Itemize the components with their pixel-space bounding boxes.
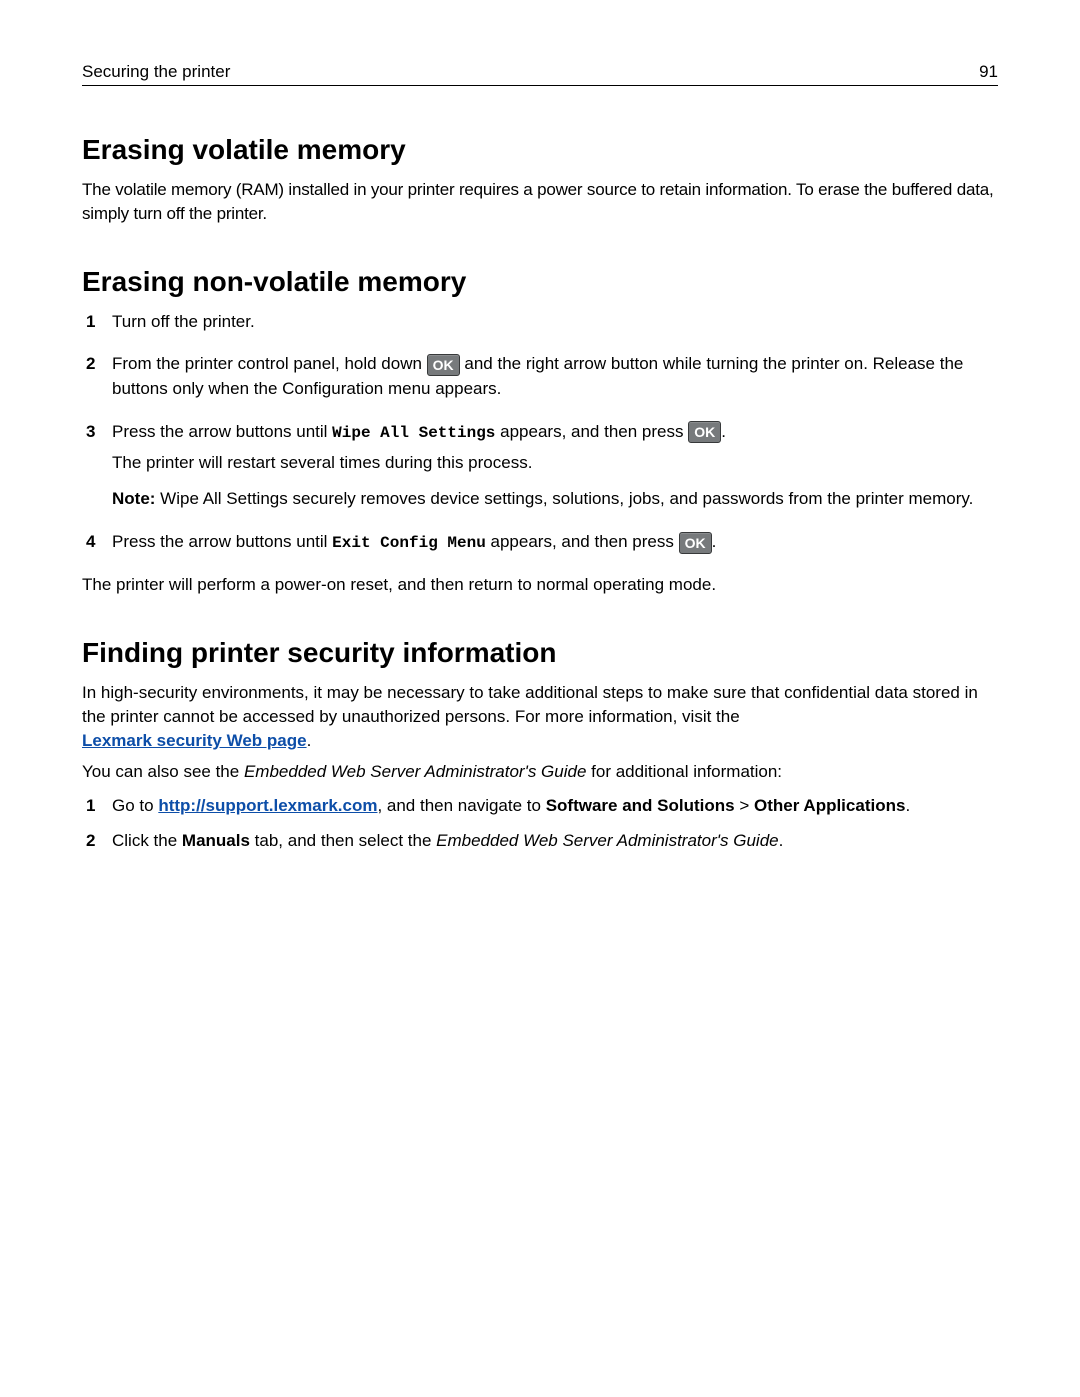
nonvolatile-steps: Turn off the printer. From the printer c…	[82, 310, 998, 556]
step-3-note: Note: Wipe All Settings securely removes…	[112, 487, 998, 512]
step-2: From the printer control panel, hold dow…	[82, 352, 998, 401]
ok-button-icon: OK	[679, 532, 712, 554]
security-body-2: You can also see the Embedded Web Server…	[82, 760, 998, 784]
step-3-code: Wipe All Settings	[332, 424, 495, 442]
heading-erasing-volatile: Erasing volatile memory	[82, 134, 998, 166]
security-body-2b: for additional information:	[586, 762, 782, 781]
ok-button-icon: OK	[427, 354, 460, 376]
step-1-text: Turn off the printer.	[112, 312, 255, 331]
lexmark-security-link[interactable]: Lexmark security Web page	[82, 731, 307, 750]
substep-2-em: Embedded Web Server Administrator's Guid…	[436, 831, 778, 850]
step-3-text-a: Press the arrow buttons until	[112, 422, 332, 441]
security-body-2-em: Embedded Web Server Administrator's Guid…	[244, 762, 586, 781]
heading-finding-security: Finding printer security information	[82, 637, 998, 669]
step-2-text-a: From the printer control panel, hold dow…	[112, 354, 427, 373]
security-body-1: In high-security environments, it may be…	[82, 681, 998, 752]
document-page: Securing the printer 91 Erasing volatile…	[0, 0, 1080, 903]
security-body-1-period: .	[307, 731, 312, 750]
header-section-title: Securing the printer	[82, 62, 230, 82]
header-page-number: 91	[979, 62, 998, 82]
step-3: Press the arrow buttons until Wipe All S…	[82, 420, 998, 512]
step-4-text-a: Press the arrow buttons until	[112, 532, 332, 551]
note-text: Wipe All Settings securely removes devic…	[155, 489, 973, 508]
step-1: Turn off the printer.	[82, 310, 998, 335]
substep-1-b: , and then navigate to	[377, 796, 545, 815]
substep-1-a: Go to	[112, 796, 158, 815]
heading-erasing-nonvolatile: Erasing non-volatile memory	[82, 266, 998, 298]
substep-2-end: .	[779, 831, 784, 850]
substep-1-bold2: Other Applications	[754, 796, 905, 815]
step-4-code: Exit Config Menu	[332, 534, 486, 552]
substep-2-b: tab, and then select the	[250, 831, 436, 850]
substep-1-end: .	[905, 796, 910, 815]
step-3-after: The printer will restart several times d…	[112, 451, 998, 476]
substep-1-bold1: Software and Solutions	[546, 796, 735, 815]
security-body-1a: In high-security environments, it may be…	[82, 683, 978, 726]
step-3-text-b: appears, and then press	[495, 422, 688, 441]
step-4: Press the arrow buttons until Exit Confi…	[82, 530, 998, 555]
note-label: Note:	[112, 489, 155, 508]
substep-2-bold: Manuals	[182, 831, 250, 850]
page-header: Securing the printer 91	[82, 62, 998, 86]
security-body-2a: You can also see the	[82, 762, 244, 781]
substep-1-gt: >	[735, 796, 754, 815]
security-substeps: Go to http://support.lexmark.com, and th…	[82, 794, 998, 853]
nonvolatile-after: The printer will perform a power-on rese…	[82, 573, 998, 597]
substep-2-a: Click the	[112, 831, 182, 850]
step-4-text-b: appears, and then press	[486, 532, 679, 551]
substep-2: Click the Manuals tab, and then select t…	[82, 829, 998, 854]
ok-button-icon: OK	[688, 421, 721, 443]
substep-1: Go to http://support.lexmark.com, and th…	[82, 794, 998, 819]
support-lexmark-link[interactable]: http://support.lexmark.com	[158, 796, 377, 815]
paragraph-volatile-body: The volatile memory (RAM) installed in y…	[82, 178, 998, 226]
